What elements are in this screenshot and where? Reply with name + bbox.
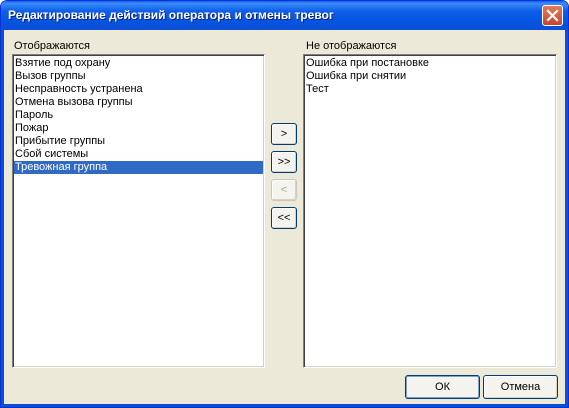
hidden-list-item[interactable]: Ошибка при снятии [305, 70, 555, 83]
window-frame-left [1, 30, 4, 407]
close-button[interactable] [542, 5, 563, 26]
move-one-right-button[interactable]: > [271, 123, 297, 145]
shown-list-item[interactable]: Отмена вызова группы [14, 96, 263, 109]
shown-listbox[interactable]: Взятие под охрану Вызов группы Несправност… [12, 54, 265, 368]
shown-list-item[interactable]: Взятие под охрану [14, 57, 263, 70]
move-all-left-button[interactable]: << [271, 207, 297, 229]
title-bar[interactable]: Редактирование действий оператора и отме… [1, 1, 568, 30]
window-title: Редактирование действий оператора и отме… [8, 8, 334, 22]
shown-list-item[interactable]: Несправность устранена [14, 83, 263, 96]
window-frame-right [565, 30, 568, 407]
dialog-window: Редактирование действий оператора и отме… [0, 0, 569, 408]
shown-list-item[interactable]: Пароль [14, 109, 263, 122]
shown-list-item[interactable]: Сбой системы [14, 148, 263, 161]
hidden-listbox[interactable]: Ошибка при постановке Ошибка при снятии Те… [303, 54, 557, 368]
shown-list: Взятие под охрану Вызов группы Несправност… [13, 55, 264, 176]
hidden-list-item[interactable]: Ошибка при постановке [305, 57, 555, 70]
hidden-list-label: Не отображаются [306, 40, 397, 52]
hidden-list: Ошибка при постановке Ошибка при снятии Те… [304, 55, 556, 98]
hidden-list-item[interactable]: Тест [305, 83, 555, 96]
shown-list-label: Отображаются [14, 40, 90, 52]
cancel-button[interactable]: Отмена [483, 375, 558, 399]
ok-button[interactable]: ОК [405, 375, 480, 399]
shown-list-item[interactable]: Прибытие группы [14, 135, 263, 148]
shown-list-item[interactable]: Пожар [14, 122, 263, 135]
close-icon [546, 9, 559, 22]
move-all-right-button[interactable]: >> [271, 151, 297, 173]
move-one-left-button[interactable]: < [271, 179, 297, 201]
shown-list-item[interactable]: Тревожная группа [14, 161, 263, 174]
window-frame-bottom [1, 404, 568, 407]
shown-list-item[interactable]: Вызов группы [14, 70, 263, 83]
